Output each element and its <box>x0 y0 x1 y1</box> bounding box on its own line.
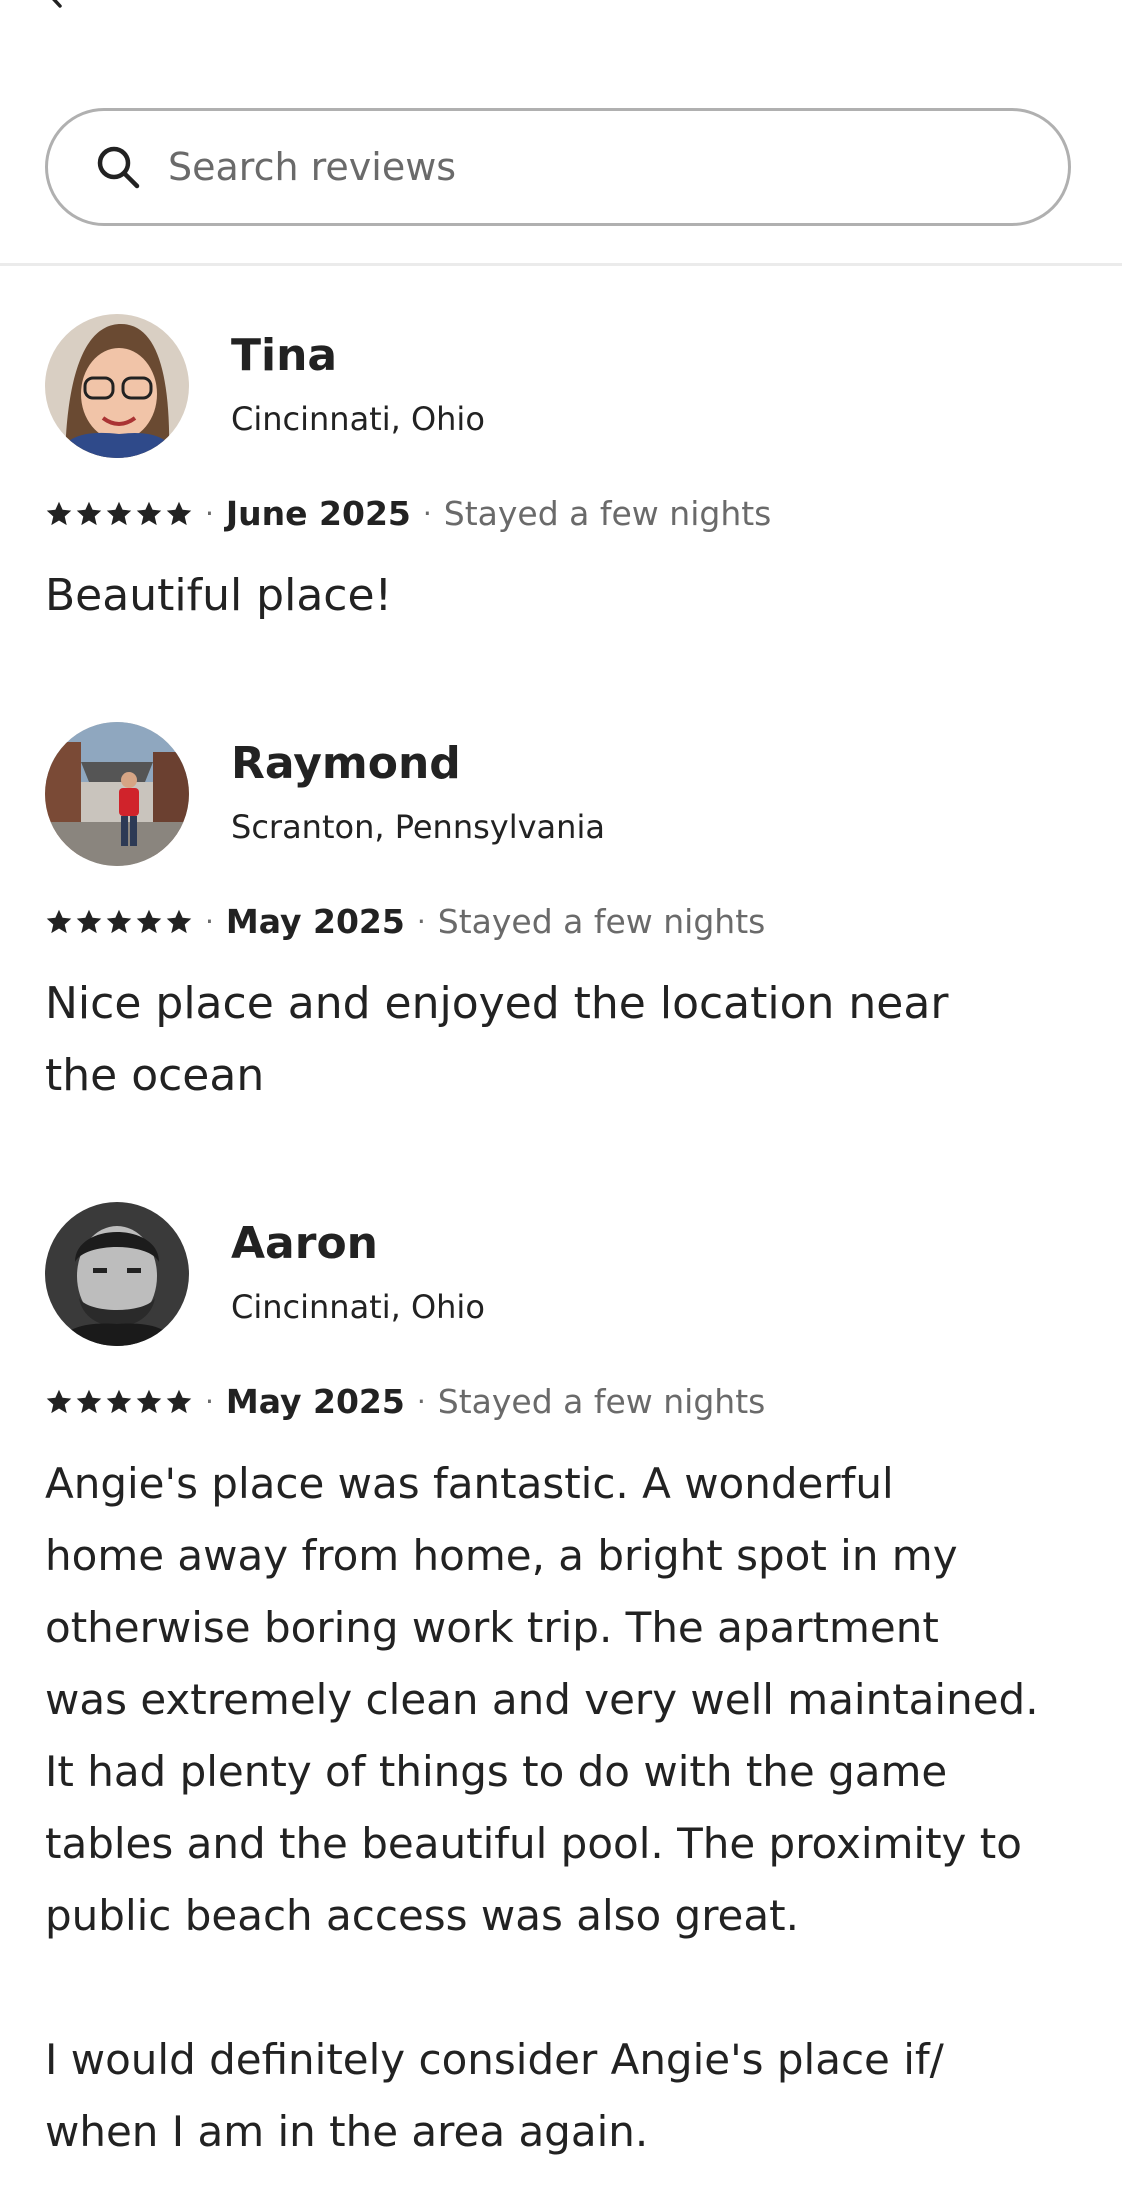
star-icon <box>136 909 162 933</box>
review-meta: · May 2025 · Stayed a few nights <box>45 902 765 941</box>
review-text: Angie's place was fantastic. A wonderful… <box>45 1459 1039 2156</box>
star-icon <box>46 909 72 933</box>
star-icon <box>136 501 162 525</box>
review-meta: · May 2025 · Stayed a few nights <box>45 1382 765 1421</box>
star-icon <box>106 909 132 933</box>
star-icon <box>46 501 72 525</box>
star-icon <box>76 1389 102 1413</box>
avatar[interactable] <box>45 722 189 866</box>
star-icon <box>166 909 192 933</box>
top-bar <box>0 0 1122 20</box>
chevron-left-icon[interactable] <box>40 0 70 8</box>
stay-length: Stayed a few nights <box>437 1382 766 1421</box>
star-rating <box>45 908 193 936</box>
star-icon <box>136 1389 162 1413</box>
star-icon <box>46 1389 72 1413</box>
star-rating <box>45 500 193 528</box>
reviewer-location: Scranton, Pennsylvania <box>231 808 605 846</box>
star-icon <box>76 909 102 933</box>
separator-dot: · <box>422 497 432 530</box>
review-text: Nice place and enjoyed the location near… <box>45 978 949 1101</box>
review-date: May 2025 <box>225 1382 405 1421</box>
star-icon <box>76 501 102 525</box>
separator-dot: · <box>416 1385 426 1418</box>
star-rating <box>45 1388 193 1416</box>
avatar[interactable] <box>45 314 189 458</box>
star-icon <box>166 1389 192 1413</box>
star-icon <box>166 501 192 525</box>
stay-length: Stayed a few nights <box>443 494 772 533</box>
stay-length: Stayed a few nights <box>437 902 766 941</box>
reviewer-location: Cincinnati, Ohio <box>231 400 485 438</box>
search-input[interactable] <box>166 136 1030 198</box>
separator-dot: · <box>416 905 426 938</box>
review-meta: · June 2025 · Stayed a few nights <box>45 494 771 533</box>
separator-dot: · <box>205 1385 214 1418</box>
review-date: May 2025 <box>225 902 405 941</box>
divider <box>0 263 1122 266</box>
separator-dot: · <box>205 905 214 938</box>
reviewer-location: Cincinnati, Ohio <box>231 1288 485 1326</box>
review-date: June 2025 <box>225 494 411 533</box>
search-icon <box>97 146 140 189</box>
reviewer-name: Aaron <box>231 1218 378 1269</box>
search-bar[interactable] <box>45 108 1071 226</box>
separator-dot: · <box>205 497 214 530</box>
star-icon <box>106 501 132 525</box>
reviewer-name: Raymond <box>231 738 461 789</box>
review-text: Beautiful place! <box>45 570 393 621</box>
star-icon <box>106 1389 132 1413</box>
avatar[interactable] <box>45 1202 189 1346</box>
reviewer-name: Tina <box>231 330 338 381</box>
